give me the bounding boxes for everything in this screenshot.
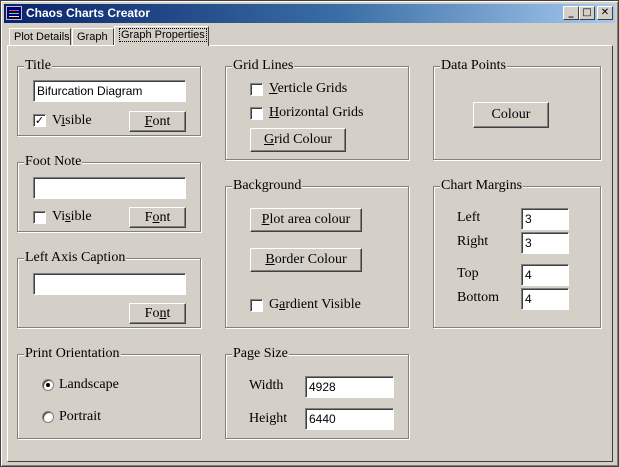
horizontal-grids-checkbox[interactable] (250, 107, 263, 120)
footnote-visible-label[interactable]: Visible (52, 209, 92, 225)
title-group: Title Bifurcation Diagram ✓ Visible Font (17, 58, 201, 136)
margin-left-label: Left (457, 210, 481, 225)
gradient-visible-label[interactable]: Gardient Visible (269, 297, 361, 313)
margin-top-label: Top (457, 266, 479, 281)
title-visible-checkbox[interactable]: ✓ (33, 114, 46, 127)
footnote-visible-checkbox[interactable] (33, 211, 46, 224)
margin-bottom-label: Bottom (457, 290, 500, 305)
plot-area-colour-button[interactable]: Plot area colour (250, 208, 362, 232)
data-points-colour-button[interactable]: Colour (473, 102, 549, 128)
page-size-group: Page Size Width 4928 Height 6440 (225, 346, 409, 439)
title-bar[interactable]: Chaos Charts Creator _ □ ✕ (4, 4, 615, 23)
tab-graph-properties[interactable]: Graph Properties (114, 26, 209, 46)
print-orientation-label: Print Orientation (24, 346, 121, 362)
chart-margins-group: Chart Margins Left 3 Right 3 Top 4 Botto… (433, 178, 601, 328)
app-window: Chaos Charts Creator _ □ ✕ Plot Details … (0, 0, 619, 467)
left-axis-caption-group: Left Axis Caption Font (17, 250, 201, 328)
left-axis-font-button[interactable]: Font (129, 303, 186, 324)
width-label: Width (249, 378, 284, 393)
page-width-input[interactable]: 4928 (305, 376, 394, 398)
title-group-label: Title (24, 58, 52, 74)
footnote-group: Foot Note Visible Font (17, 154, 201, 232)
tab-graph[interactable]: Graph (72, 28, 114, 46)
data-points-label: Data Points (440, 58, 507, 74)
page-size-label: Page Size (232, 346, 289, 362)
verticle-grids-checkbox[interactable] (250, 83, 263, 96)
portrait-label[interactable]: Portrait (59, 409, 101, 425)
grid-colour-button[interactable]: Grid Colour (250, 128, 346, 152)
grid-lines-group: Grid Lines Verticle Grids Horizontal Gri… (225, 58, 409, 160)
title-input[interactable]: Bifurcation Diagram (33, 80, 186, 102)
title-font-button[interactable]: Font (129, 111, 186, 132)
chart-app-icon[interactable] (6, 6, 22, 20)
print-orientation-group: Print Orientation Landscape Portrait (17, 346, 201, 439)
footnote-font-button[interactable]: Font (129, 207, 186, 228)
landscape-label[interactable]: Landscape (59, 377, 119, 393)
height-label: Height (249, 411, 288, 426)
minimize-button[interactable]: _ (563, 6, 579, 20)
margin-right-label: Right (457, 234, 489, 249)
window-title: Chaos Charts Creator (26, 6, 151, 20)
left-axis-caption-label: Left Axis Caption (24, 250, 127, 266)
background-label: Background (232, 178, 303, 194)
footnote-input[interactable] (33, 177, 186, 199)
margin-right-input[interactable]: 3 (521, 232, 569, 254)
border-colour-button[interactable]: Border Colour (250, 248, 362, 272)
maximize-button[interactable]: □ (579, 6, 595, 20)
margin-top-input[interactable]: 4 (521, 264, 569, 286)
tab-plot-details[interactable]: Plot Details (9, 28, 71, 46)
landscape-radio[interactable] (42, 379, 54, 391)
verticle-grids-label[interactable]: Verticle Grids (269, 81, 347, 97)
background-group: Background Plot area colour Border Colou… (225, 178, 409, 328)
page-height-input[interactable]: 6440 (305, 408, 394, 430)
gradient-visible-checkbox[interactable] (250, 299, 263, 312)
portrait-radio[interactable] (42, 411, 54, 423)
chart-margins-label: Chart Margins (440, 178, 524, 194)
title-visible-label[interactable]: Visible (52, 113, 92, 129)
grid-lines-label: Grid Lines (232, 58, 295, 74)
horizontal-grids-label[interactable]: Horizontal Grids (269, 105, 364, 121)
close-button[interactable]: ✕ (597, 6, 613, 20)
footnote-group-label: Foot Note (24, 154, 83, 170)
data-points-group: Data Points Colour (433, 58, 601, 160)
margin-bottom-input[interactable]: 4 (521, 288, 569, 310)
left-axis-caption-input[interactable] (33, 273, 186, 295)
margin-left-input[interactable]: 3 (521, 208, 569, 230)
